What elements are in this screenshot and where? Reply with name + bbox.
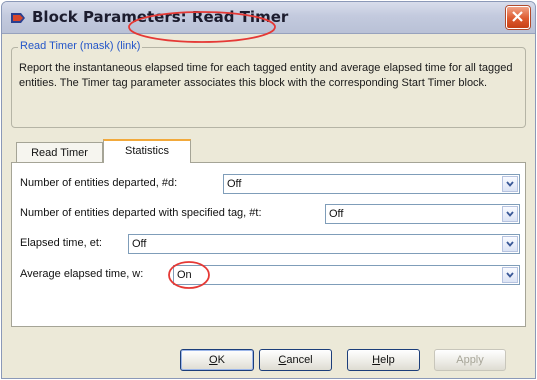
dropdown-button[interactable] <box>502 236 518 252</box>
dropdown-button[interactable] <box>502 176 518 192</box>
window-title: Block Parameters: Read Timer <box>32 8 289 26</box>
select-average-elapsed-time[interactable]: On <box>173 265 520 285</box>
cancel-label-rest: ancel <box>286 354 313 366</box>
dialog-window: Block Parameters: Read Timer Read Timer … <box>1 1 536 379</box>
block-description: Report the instantaneous elapsed time fo… <box>19 62 513 89</box>
simulink-block-icon <box>11 13 25 23</box>
param-row-elapsed-time: Elapsed time, et: Off <box>20 234 520 254</box>
param-label-entities-departed: Number of entities departed, #d: <box>20 177 178 189</box>
param-label-entities-departed-tag: Number of entities departed with specifi… <box>20 207 262 219</box>
param-row-entities-departed: Number of entities departed, #d: Off <box>20 174 520 194</box>
select-elapsed-time[interactable]: Off <box>128 234 520 254</box>
chevron-down-icon <box>506 211 514 217</box>
close-button[interactable] <box>506 6 530 29</box>
chevron-down-icon <box>506 181 514 187</box>
apply-button[interactable]: Apply <box>434 349 506 371</box>
select-value: Off <box>227 178 242 190</box>
select-value: Off <box>132 238 147 250</box>
chevron-down-icon <box>506 272 514 278</box>
param-row-entities-departed-tag: Number of entities departed with specifi… <box>20 204 520 224</box>
help-button[interactable]: Help <box>347 349 420 371</box>
param-row-average-elapsed-time: Average elapsed time, w: On <box>20 265 520 285</box>
mask-description-group: Read Timer (mask) (link) Report the inst… <box>11 40 526 128</box>
param-label-elapsed-time: Elapsed time, et: <box>20 237 102 249</box>
chevron-down-icon <box>506 241 514 247</box>
ok-mnemonic: O <box>209 354 218 366</box>
close-x-icon <box>512 11 523 22</box>
param-label-average-elapsed-time: Average elapsed time, w: <box>20 268 144 280</box>
help-mnemonic: H <box>372 354 381 366</box>
select-value: On <box>177 269 192 281</box>
title-bar[interactable]: Block Parameters: Read Timer <box>2 2 535 34</box>
ok-label-rest: K <box>217 354 225 366</box>
cancel-button[interactable]: Cancel <box>259 349 332 371</box>
select-value: Off <box>329 208 344 220</box>
tab-read-timer[interactable]: Read Timer <box>16 142 103 162</box>
tab-statistics[interactable]: Statistics <box>103 139 191 163</box>
select-entities-departed[interactable]: Off <box>223 174 520 194</box>
dropdown-button[interactable] <box>502 267 518 283</box>
mask-link-title[interactable]: Read Timer (mask) (link) <box>18 40 143 52</box>
select-entities-departed-tag[interactable]: Off <box>325 204 520 224</box>
dropdown-button[interactable] <box>502 206 518 222</box>
help-label-rest: elp <box>380 354 395 366</box>
ok-button[interactable]: OK <box>180 349 254 371</box>
